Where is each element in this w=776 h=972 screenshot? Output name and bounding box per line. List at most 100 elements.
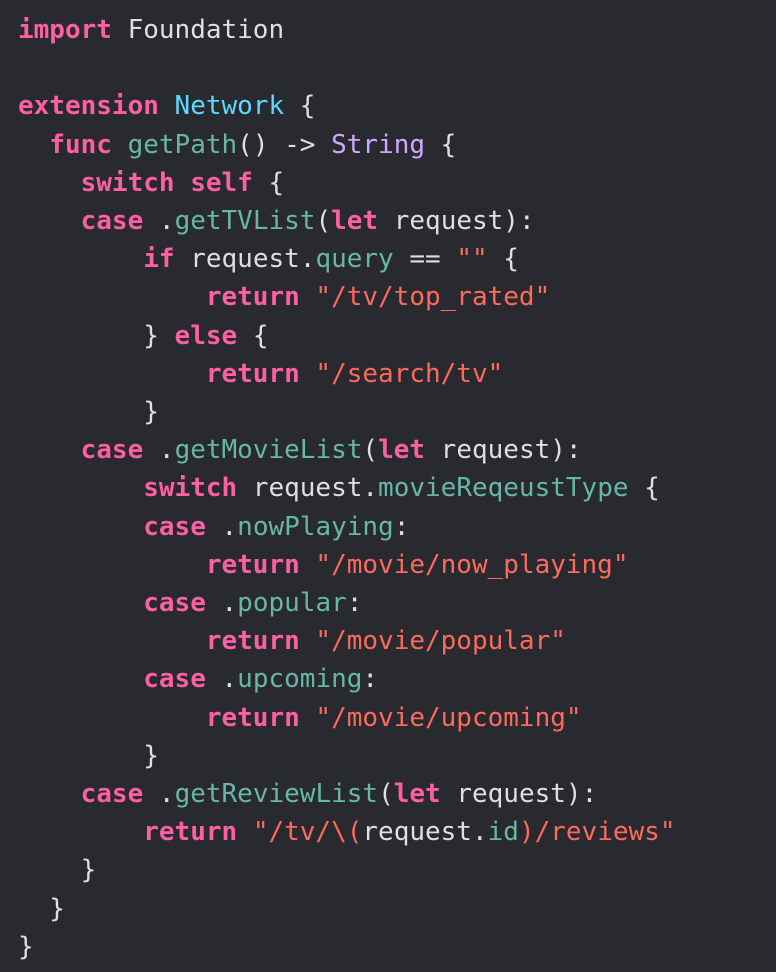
code-token-keyword: return xyxy=(205,549,300,580)
code-token-keyword: return xyxy=(205,282,300,313)
code-token-plain: { xyxy=(628,473,660,504)
code-token-plain: { xyxy=(425,129,457,160)
code-token-plain: . xyxy=(205,511,238,542)
code-line: switch request.movieReqeustType { xyxy=(18,469,660,507)
code-token-keyword: let xyxy=(331,206,379,236)
code-line: if request.query == "" { xyxy=(18,240,519,278)
code-line: switch self { xyxy=(18,164,285,202)
code-token-plain: { xyxy=(487,244,519,275)
code-token-keyword: return xyxy=(205,626,300,657)
code-token-keyword: else xyxy=(174,320,238,351)
code-token-plain: { xyxy=(252,167,285,198)
code-token-plain: ( xyxy=(362,435,379,466)
code-token-other-method: upcoming xyxy=(237,664,363,695)
code-line: return "/search/tv" xyxy=(18,355,503,393)
code-editor[interactable]: import Foundation extension Network { fun… xyxy=(0,0,776,972)
code-token-keyword: case xyxy=(80,779,144,809)
code-token-keyword: return xyxy=(143,817,238,848)
code-line: return "/movie/popular" xyxy=(18,622,566,660)
code-token-plain: } xyxy=(18,931,34,962)
code-token-string: "/tv/\( xyxy=(252,817,363,848)
code-token-plain: () -> xyxy=(237,129,332,160)
code-token-keyword: switch xyxy=(143,473,238,504)
code-token-plain: Foundation xyxy=(111,15,285,45)
code-line: case .upcoming: xyxy=(18,660,378,698)
code-token-plain: request. xyxy=(174,244,316,275)
code-token-plain: { xyxy=(237,320,269,351)
code-token-keyword: case xyxy=(80,206,144,236)
code-token-plain: } xyxy=(18,855,97,886)
code-line: return "/movie/upcoming" xyxy=(18,699,582,737)
code-token-keyword: case xyxy=(143,588,206,618)
code-token-plain: { xyxy=(284,91,316,122)
code-token-string: "/movie/now_playing" xyxy=(315,549,629,580)
code-line: case .getTVList(let request): xyxy=(18,202,535,240)
code-token-plain: } xyxy=(18,397,159,427)
code-line: extension Network { xyxy=(18,87,315,125)
code-token-other-method: nowPlaying xyxy=(237,511,394,542)
code-token-keyword: switch xyxy=(80,167,175,198)
code-token-plain: . xyxy=(205,588,238,618)
code-line: case .getReviewList(let request): xyxy=(18,775,598,813)
code-token-string: "/search/tv" xyxy=(315,358,504,389)
code-token-other-method: query xyxy=(315,244,394,275)
code-token-keyword: self xyxy=(190,167,253,198)
code-token-keyword: case xyxy=(80,435,144,466)
code-line: case .nowPlaying: xyxy=(18,508,409,546)
code-token-other-method: getReviewList xyxy=(174,779,379,809)
code-token-plain: : xyxy=(346,588,363,618)
code-line: } xyxy=(18,393,159,431)
code-token-other-method: getMovieList xyxy=(174,435,363,466)
code-token-plain: } xyxy=(18,320,175,351)
code-token-plain: ( xyxy=(315,206,332,236)
code-line: } xyxy=(18,851,97,889)
code-token-other-method: getPath xyxy=(127,129,238,160)
code-token-plain: request. xyxy=(237,473,379,504)
code-token-plain: : xyxy=(362,664,379,695)
code-token-plain: } xyxy=(18,893,65,924)
code-token-plain: } xyxy=(18,740,159,771)
code-line: return "/tv/top_rated" xyxy=(18,278,550,316)
code-token-keyword: return xyxy=(205,358,300,389)
code-token-plain: request): xyxy=(425,435,582,466)
code-token-keyword: let xyxy=(378,435,426,466)
code-token-keyword: case xyxy=(143,511,206,542)
code-line: } xyxy=(18,928,34,966)
code-token-plain: request): xyxy=(378,206,535,236)
code-line: return "/movie/now_playing" xyxy=(18,546,629,584)
code-token-keyword: if xyxy=(143,244,175,275)
code-token-plain: ( xyxy=(378,779,394,809)
code-line: return "/tv/\(request.id)/reviews" xyxy=(18,813,675,851)
code-token-plain: . xyxy=(143,206,175,236)
code-token-keyword: import xyxy=(18,15,112,45)
code-token-other-method: getTVList xyxy=(174,206,316,236)
code-token-plain: . xyxy=(143,779,175,809)
code-line: } xyxy=(18,890,65,928)
code-token-string: "/movie/popular" xyxy=(315,626,566,657)
code-token-plain: : xyxy=(393,511,410,542)
code-line: } else { xyxy=(18,317,268,355)
code-token-type-declaration: Network xyxy=(174,91,285,122)
code-token-string: )/reviews" xyxy=(518,817,676,848)
code-token-keyword: func xyxy=(49,129,112,160)
code-token-keyword: extension xyxy=(18,91,159,122)
code-token-other-method: movieReqeustType xyxy=(378,473,629,504)
